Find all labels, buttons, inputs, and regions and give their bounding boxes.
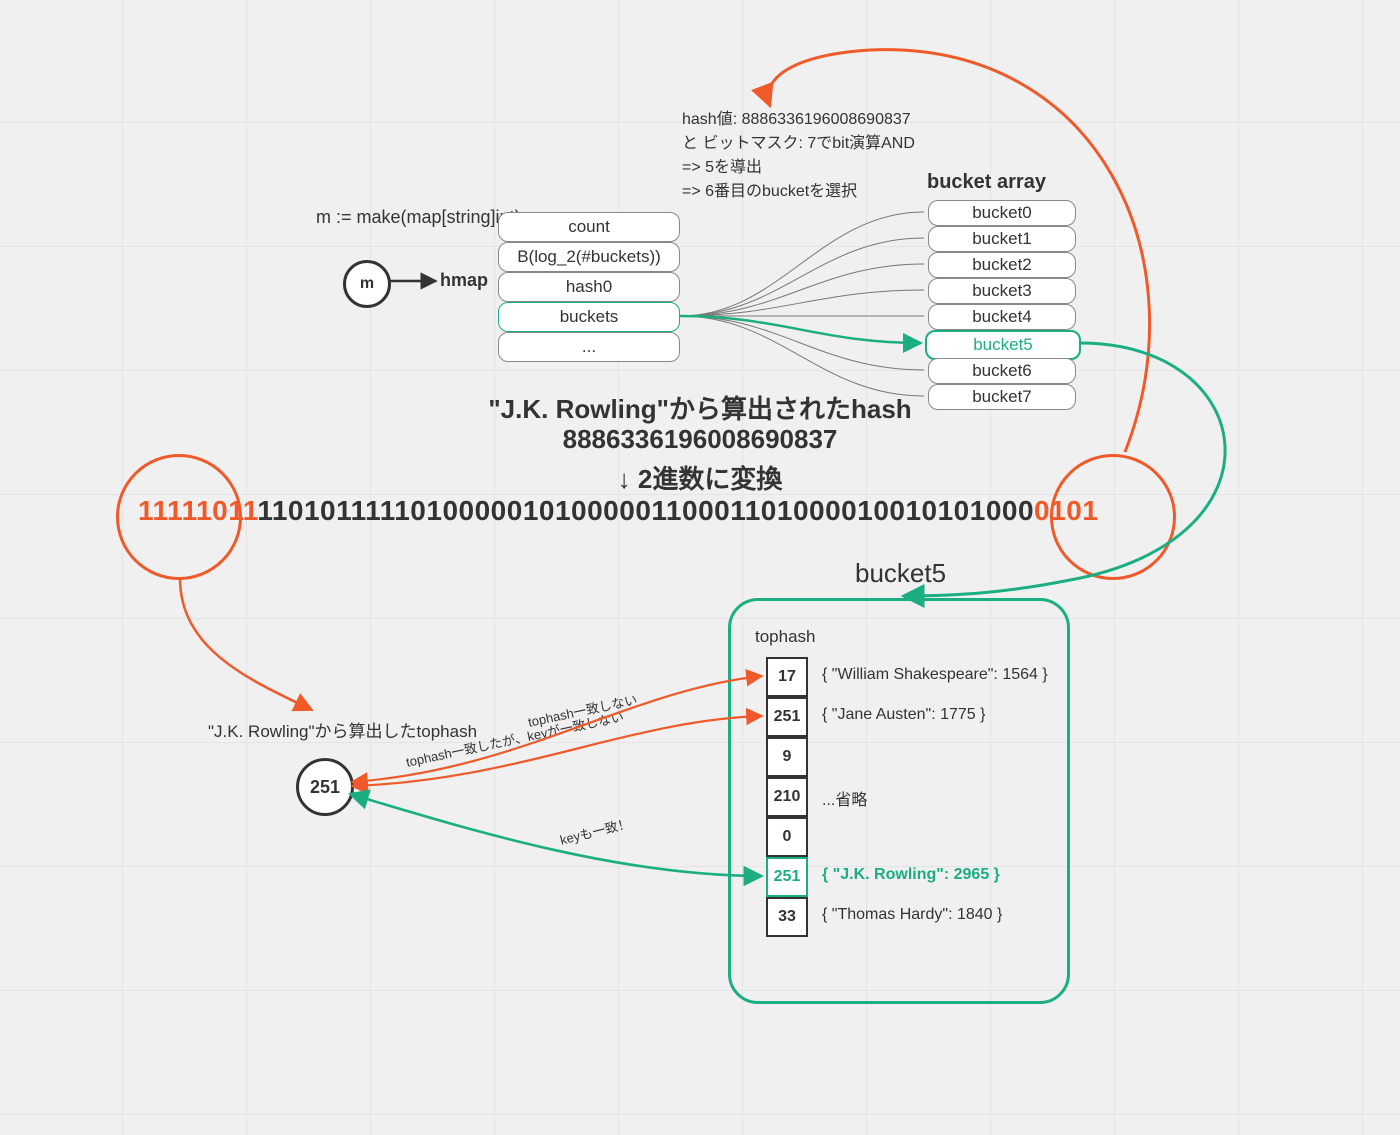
bucket-item: bucket3 bbox=[928, 278, 1076, 304]
tophash-cell: 17 bbox=[766, 657, 808, 697]
bucket-item: bucket1 bbox=[928, 226, 1076, 252]
hmap-field-buckets: buckets bbox=[498, 302, 680, 332]
hmap-field: hash0 bbox=[498, 272, 680, 302]
bucket-item: bucket0 bbox=[928, 200, 1076, 226]
ring-high-bits bbox=[116, 454, 242, 580]
tophash-cell: 9 bbox=[766, 737, 808, 777]
tophash-cell-match: 251 bbox=[766, 857, 808, 897]
kv-item: { "Thomas Hardy": 1840 } bbox=[822, 906, 1002, 924]
bucket-item: bucket2 bbox=[928, 252, 1076, 278]
kv-item: { "William Shakespeare": 1564 } bbox=[822, 666, 1048, 684]
kv-item-match: { "J.K. Rowling": 2965 } bbox=[822, 866, 1000, 884]
kv-item: { "Jane Austen": 1775 } bbox=[822, 706, 986, 724]
tophash-cell: 251 bbox=[766, 697, 808, 737]
hmap-label: hmap bbox=[440, 270, 488, 291]
tophash-cell: 0 bbox=[766, 817, 808, 857]
bucket-array-title: bucket array bbox=[927, 171, 1046, 194]
bucket-item-selected: bucket5 bbox=[925, 330, 1081, 360]
hash-decimal: 8886336196008690837 bbox=[0, 424, 1400, 455]
tophash-cell: 33 bbox=[766, 897, 808, 937]
node-tophash: 251 bbox=[296, 758, 354, 816]
tophash-label: tophash bbox=[755, 627, 816, 647]
m-declaration: m := make(map[string]int) bbox=[316, 207, 521, 228]
kv-item: ...省略 bbox=[822, 786, 867, 810]
ring-low-bits bbox=[1050, 454, 1176, 580]
binary-value: 1111101111010111110100000101000001100011… bbox=[138, 495, 1098, 527]
hmap-field: B(log_2(#buckets)) bbox=[498, 242, 680, 272]
binary-mid-bits: 1101011111010000010100000110001101000010… bbox=[257, 495, 1034, 526]
hash-source-line: "J.K. Rowling"から算出されたhash bbox=[0, 389, 1400, 426]
bucket5-title: bucket5 bbox=[855, 558, 946, 589]
bucket-item: bucket6 bbox=[928, 358, 1076, 384]
hmap-field: count bbox=[498, 212, 680, 242]
node-m: m bbox=[343, 260, 391, 308]
tophash-source-label: "J.K. Rowling"から算出したtophash bbox=[208, 717, 477, 742]
node-m-label: m bbox=[360, 275, 374, 293]
tophash-cell: 210 bbox=[766, 777, 808, 817]
hmap-field: ... bbox=[498, 332, 680, 362]
bucket-item: bucket4 bbox=[928, 304, 1076, 330]
